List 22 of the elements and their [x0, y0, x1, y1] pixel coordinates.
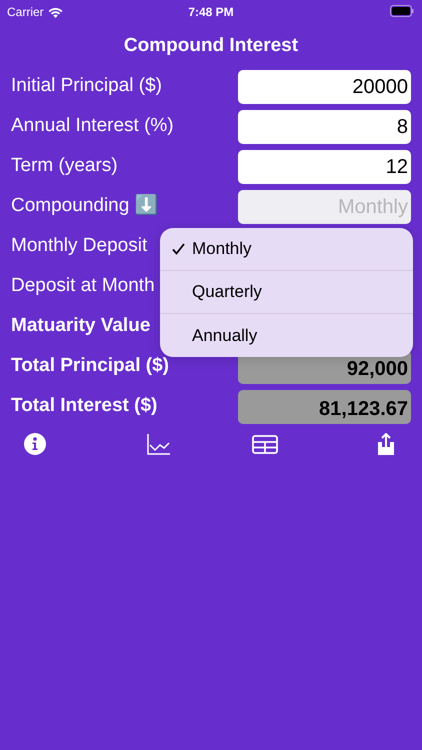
menu-item[interactable]: Monthly [160, 228, 413, 271]
field-label: Initial Principal ($) [11, 74, 162, 98]
field-label: Matuarity Value [11, 314, 150, 338]
menu-item[interactable]: Quarterly [160, 271, 413, 314]
status-time: 7:48 PM [188, 4, 234, 21]
line-chart-icon[interactable] [147, 432, 173, 456]
field-label: Deposit at Month [11, 274, 155, 298]
input-field[interactable]: 12 [238, 150, 411, 184]
battery-icon [390, 5, 414, 17]
result-field: 81,123.67 [238, 390, 411, 424]
field-label: Compounding ⬇ [11, 193, 159, 218]
field-label: Term (years) [11, 154, 118, 178]
field-label: Total Interest ($) [11, 394, 158, 418]
table-icon[interactable] [252, 432, 278, 456]
input-field[interactable]: 20000 [238, 70, 411, 104]
screen-title: Compound Interest [122, 34, 300, 58]
field-label: Monthly Deposit [11, 234, 148, 258]
field-label: Annual Interest (%) [11, 114, 174, 138]
input-field[interactable]: 8 [238, 110, 411, 144]
carrier-label: Carrier [7, 4, 44, 21]
field-label: Total Principal ($) [11, 354, 170, 378]
wifi-icon [48, 6, 63, 18]
